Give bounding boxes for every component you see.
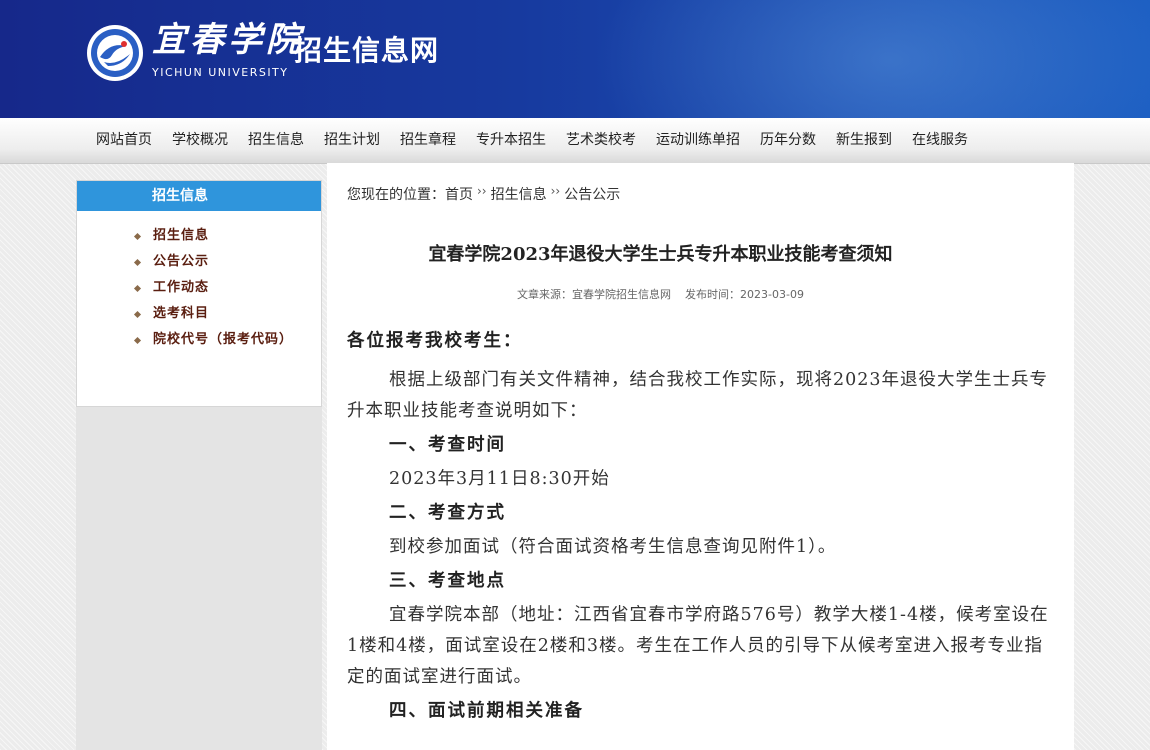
- sidebar-item-label: 招生信息: [153, 228, 210, 243]
- nav-item-upgrade-admission[interactable]: 专升本招生: [466, 118, 556, 163]
- breadcrumb-link-announcements[interactable]: 公告公示: [564, 187, 620, 203]
- section-text: 宜春学院本部（地址：江西省宜春市学府路576号）教学大楼1-4楼，候考室设在1楼…: [347, 605, 1049, 687]
- sidebar-item-admission-info[interactable]: 招生信息: [77, 223, 321, 249]
- main-navigation: 网站首页 学校概况 招生信息 招生计划 招生章程 专升本招生 艺术类校考 运动训…: [0, 118, 1150, 164]
- section-heading: 二、考查方式: [389, 503, 506, 523]
- nav-item-school-overview[interactable]: 学校概况: [162, 118, 238, 163]
- section-text: 2023年3月11日8:30开始: [389, 469, 610, 489]
- nav-item-home[interactable]: 网站首页: [86, 118, 162, 163]
- sidebar-item-label: 工作动态: [153, 280, 210, 295]
- bullet-diamond-icon: [133, 310, 142, 319]
- nav-item-admission-info[interactable]: 招生信息: [238, 118, 314, 163]
- article-publish-time: 发布时间：2023-03-09: [685, 288, 804, 301]
- sidebar-background: [76, 407, 322, 750]
- breadcrumb-link-admission-info[interactable]: 招生信息: [491, 187, 547, 203]
- breadcrumb-separator-icon: ››: [550, 184, 561, 198]
- section-heading: 一、考查时间: [389, 435, 506, 455]
- bullet-diamond-icon: [133, 232, 142, 241]
- university-calligraphy-logo: 宜春学院: [152, 20, 304, 60]
- nav-item-admission-plan[interactable]: 招生计划: [314, 118, 390, 163]
- site-name: 招生信息网: [294, 34, 440, 67]
- sidebar-item-institution-code[interactable]: 院校代号（报考代码）: [77, 327, 321, 353]
- sidebar-title: 招生信息: [77, 181, 321, 211]
- article-meta: 文章来源：宜春学院招生信息网 发布时间：2023-03-09: [327, 287, 994, 303]
- site-header: 宜春学院 招生信息网 YICHUN UNIVERSITY: [0, 0, 1150, 118]
- sidebar: 招生信息 招生信息 公告公示 工作动态 选考科目 院校代号（报考代码）: [76, 180, 322, 407]
- article-greeting: 各位报考我校考生：: [347, 331, 523, 351]
- sidebar-item-announcements[interactable]: 公告公示: [77, 249, 321, 275]
- nav-item-online-service[interactable]: 在线服务: [902, 118, 978, 163]
- section-text: 到校参加面试（符合面试资格考生信息查询见附件1）。: [389, 537, 837, 557]
- bullet-diamond-icon: [133, 258, 142, 267]
- section-heading: 四、面试前期相关准备: [389, 701, 584, 721]
- sidebar-list: 招生信息 公告公示 工作动态 选考科目 院校代号（报考代码）: [77, 211, 321, 353]
- article-source: 文章来源：宜春学院招生信息网: [517, 288, 672, 301]
- sidebar-item-label: 选考科目: [153, 306, 210, 321]
- sidebar-item-elective-subjects[interactable]: 选考科目: [77, 301, 321, 327]
- nav-list: 网站首页 学校概况 招生信息 招生计划 招生章程 专升本招生 艺术类校考 运动训…: [86, 118, 978, 163]
- university-emblem-icon: [87, 25, 143, 81]
- breadcrumb: 您现在的位置：首页 ›› 招生信息 ›› 公告公示: [347, 184, 620, 205]
- section-heading: 三、考查地点: [389, 571, 506, 591]
- university-english-name: YICHUN UNIVERSITY: [152, 66, 289, 79]
- breadcrumb-separator-icon: ››: [477, 184, 487, 198]
- article-intro: 根据上级部门有关文件精神，结合我校工作实际，现将2023年退役大学生士兵专升本职…: [347, 370, 1049, 421]
- nav-item-art-exam[interactable]: 艺术类校考: [556, 118, 646, 163]
- sidebar-item-label: 公告公示: [153, 254, 210, 269]
- bullet-diamond-icon: [133, 336, 142, 345]
- nav-item-freshman-registration[interactable]: 新生报到: [826, 118, 902, 163]
- breadcrumb-link-home[interactable]: 首页: [445, 187, 473, 203]
- breadcrumb-prefix: 您现在的位置：: [347, 187, 445, 203]
- article-title: 宜春学院2023年退役大学生士兵专升本职业技能考查须知: [428, 244, 893, 265]
- sidebar-item-work-news[interactable]: 工作动态: [77, 275, 321, 301]
- nav-item-past-scores[interactable]: 历年分数: [750, 118, 826, 163]
- nav-item-sports-admission[interactable]: 运动训练单招: [646, 118, 750, 163]
- main-content: 您现在的位置：首页 ›› 招生信息 ›› 公告公示 宜春学院2023年退役大学生士兵专升…: [327, 163, 1074, 750]
- bullet-diamond-icon: [133, 284, 142, 293]
- sidebar-item-label: 院校代号（报考代码）: [153, 332, 294, 347]
- article-body: 各位报考我校考生： 根据上级部门有关文件精神，结合我校工作实际，现将2023年退…: [347, 323, 1059, 730]
- nav-item-admission-charter[interactable]: 招生章程: [390, 118, 466, 163]
